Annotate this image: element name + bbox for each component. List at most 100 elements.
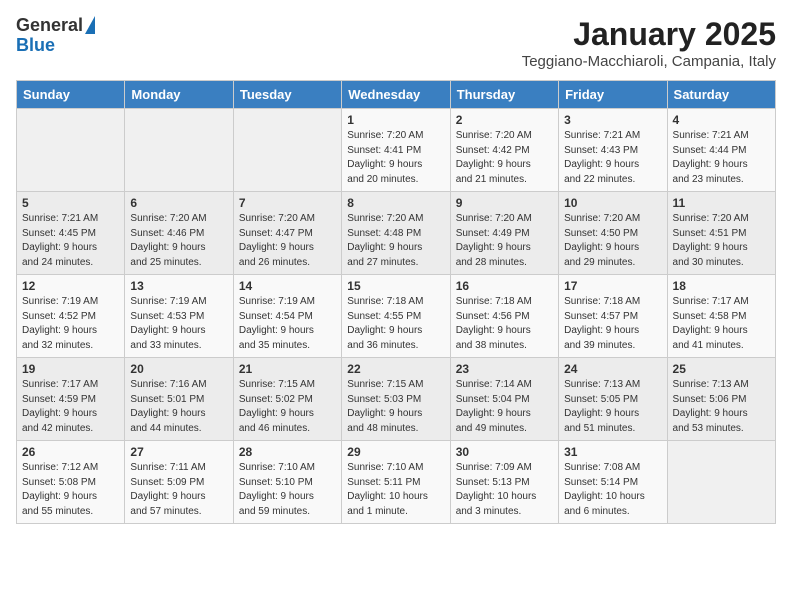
day-number: 12 [22, 279, 119, 293]
day-info: Sunrise: 7:20 AM Sunset: 4:49 PM Dayligh… [456, 212, 553, 270]
day-info: Sunrise: 7:18 AM Sunset: 4:55 PM Dayligh… [347, 295, 444, 353]
day-number: 23 [456, 362, 553, 376]
day-info: Sunrise: 7:16 AM Sunset: 5:01 PM Dayligh… [130, 378, 227, 436]
day-info: Sunrise: 7:19 AM Sunset: 4:54 PM Dayligh… [239, 295, 336, 353]
day-info: Sunrise: 7:20 AM Sunset: 4:46 PM Dayligh… [130, 212, 227, 270]
day-info: Sunrise: 7:21 AM Sunset: 4:43 PM Dayligh… [564, 129, 661, 187]
day-number: 11 [673, 196, 770, 210]
day-cell: 19 Sunrise: 7:17 AM Sunset: 4:59 PM Dayli… [17, 358, 125, 441]
weekday-header-sunday: Sunday [17, 81, 125, 109]
day-cell: 13Sunrise: 7:19 AM Sunset: 4:53 PM Dayli… [125, 275, 233, 358]
day-info: Sunrise: 7:08 AM Sunset: 5:14 PM Dayligh… [564, 461, 661, 519]
day-cell: 30 Sunrise: 7:09 AM Sunset: 5:13 PM Dayli… [450, 441, 558, 524]
day-cell: 17Sunrise: 7:18 AM Sunset: 4:57 PM Dayli… [559, 275, 667, 358]
day-number: 19 [22, 362, 119, 376]
week-row-3: 12 Sunrise: 7:19 AM Sunset: 4:52 PM Dayli… [17, 275, 776, 358]
day-info: Sunrise: 7:12 AM Sunset: 5:08 PM Dayligh… [22, 461, 119, 519]
day-info: Sunrise: 7:20 AM Sunset: 4:41 PM Dayligh… [347, 129, 444, 187]
day-cell: 18 Sunrise: 7:17 AM Sunset: 4:58 PM Dayli… [667, 275, 775, 358]
weekday-header-wednesday: Wednesday [342, 81, 450, 109]
day-info: Sunrise: 7:20 AM Sunset: 4:50 PM Dayligh… [564, 212, 661, 270]
day-info: Sunrise: 7:17 AM Sunset: 4:58 PM Dayligh… [673, 295, 770, 353]
day-number: 14 [239, 279, 336, 293]
day-cell: 12 Sunrise: 7:19 AM Sunset: 4:52 PM Dayli… [17, 275, 125, 358]
day-info: Sunrise: 7:15 AM Sunset: 5:02 PM Dayligh… [239, 378, 336, 436]
weekday-header-saturday: Saturday [667, 81, 775, 109]
logo-triangle-icon [85, 16, 95, 34]
day-number: 9 [456, 196, 553, 210]
day-cell: 9 Sunrise: 7:20 AM Sunset: 4:49 PM Daylig… [450, 192, 558, 275]
day-number: 15 [347, 279, 444, 293]
day-number: 29 [347, 445, 444, 459]
day-cell: 8 Sunrise: 7:20 AM Sunset: 4:48 PM Daylig… [342, 192, 450, 275]
day-number: 7 [239, 196, 336, 210]
location-subtitle: Teggiano-Macchiaroli, Campania, Italy [522, 53, 776, 70]
day-info: Sunrise: 7:14 AM Sunset: 5:04 PM Dayligh… [456, 378, 553, 436]
day-cell: 21 Sunrise: 7:15 AM Sunset: 5:02 PM Dayli… [233, 358, 341, 441]
title-block: January 2025 Teggiano-Macchiaroli, Campa… [522, 16, 776, 70]
day-info: Sunrise: 7:13 AM Sunset: 5:06 PM Dayligh… [673, 378, 770, 436]
day-number: 18 [673, 279, 770, 293]
day-number: 31 [564, 445, 661, 459]
day-number: 2 [456, 113, 553, 127]
day-cell: 2Sunrise: 7:20 AM Sunset: 4:42 PM Daylig… [450, 109, 558, 192]
day-cell: 1 Sunrise: 7:20 AM Sunset: 4:41 PM Daylig… [342, 109, 450, 192]
day-cell: 6 Sunrise: 7:20 AM Sunset: 4:46 PM Daylig… [125, 192, 233, 275]
weekday-header-tuesday: Tuesday [233, 81, 341, 109]
day-number: 4 [673, 113, 770, 127]
day-info: Sunrise: 7:09 AM Sunset: 5:13 PM Dayligh… [456, 461, 553, 519]
day-cell [125, 109, 233, 192]
weekday-header-thursday: Thursday [450, 81, 558, 109]
day-cell: 31 Sunrise: 7:08 AM Sunset: 5:14 PM Dayli… [559, 441, 667, 524]
day-number: 24 [564, 362, 661, 376]
day-info: Sunrise: 7:13 AM Sunset: 5:05 PM Dayligh… [564, 378, 661, 436]
day-cell: 28 Sunrise: 7:10 AM Sunset: 5:10 PM Dayli… [233, 441, 341, 524]
day-cell: 27 Sunrise: 7:11 AM Sunset: 5:09 PM Dayli… [125, 441, 233, 524]
day-cell [233, 109, 341, 192]
weekday-header-monday: Monday [125, 81, 233, 109]
logo: General Blue [16, 16, 95, 56]
day-number: 3 [564, 113, 661, 127]
day-cell: 29Sunrise: 7:10 AM Sunset: 5:11 PM Dayli… [342, 441, 450, 524]
logo-blue-text: Blue [16, 36, 55, 56]
day-number: 13 [130, 279, 227, 293]
day-info: Sunrise: 7:19 AM Sunset: 4:52 PM Dayligh… [22, 295, 119, 353]
day-cell: 25Sunrise: 7:13 AM Sunset: 5:06 PM Dayli… [667, 358, 775, 441]
day-cell: 22 Sunrise: 7:15 AM Sunset: 5:03 PM Dayli… [342, 358, 450, 441]
day-info: Sunrise: 7:15 AM Sunset: 5:03 PM Dayligh… [347, 378, 444, 436]
day-cell [667, 441, 775, 524]
week-row-4: 19 Sunrise: 7:17 AM Sunset: 4:59 PM Dayli… [17, 358, 776, 441]
day-cell: 15 Sunrise: 7:18 AM Sunset: 4:55 PM Dayli… [342, 275, 450, 358]
day-info: Sunrise: 7:11 AM Sunset: 5:09 PM Dayligh… [130, 461, 227, 519]
weekday-header-friday: Friday [559, 81, 667, 109]
day-cell: 14 Sunrise: 7:19 AM Sunset: 4:54 PM Dayli… [233, 275, 341, 358]
day-info: Sunrise: 7:20 AM Sunset: 4:51 PM Dayligh… [673, 212, 770, 270]
day-number: 1 [347, 113, 444, 127]
day-info: Sunrise: 7:18 AM Sunset: 4:56 PM Dayligh… [456, 295, 553, 353]
day-number: 20 [130, 362, 227, 376]
day-cell: 11 Sunrise: 7:20 AM Sunset: 4:51 PM Dayli… [667, 192, 775, 275]
day-number: 27 [130, 445, 227, 459]
page-header: General Blue January 2025 Teggiano-Macch… [16, 16, 776, 70]
month-title: January 2025 [522, 16, 776, 53]
day-info: Sunrise: 7:17 AM Sunset: 4:59 PM Dayligh… [22, 378, 119, 436]
day-cell: 5Sunrise: 7:21 AM Sunset: 4:45 PM Daylig… [17, 192, 125, 275]
day-cell: 26 Sunrise: 7:12 AM Sunset: 5:08 PM Dayli… [17, 441, 125, 524]
day-number: 5 [22, 196, 119, 210]
week-row-2: 5Sunrise: 7:21 AM Sunset: 4:45 PM Daylig… [17, 192, 776, 275]
day-cell: 10 Sunrise: 7:20 AM Sunset: 4:50 PM Dayli… [559, 192, 667, 275]
day-number: 17 [564, 279, 661, 293]
day-number: 22 [347, 362, 444, 376]
day-info: Sunrise: 7:20 AM Sunset: 4:47 PM Dayligh… [239, 212, 336, 270]
day-info: Sunrise: 7:21 AM Sunset: 4:44 PM Dayligh… [673, 129, 770, 187]
day-number: 10 [564, 196, 661, 210]
day-number: 26 [22, 445, 119, 459]
day-number: 6 [130, 196, 227, 210]
day-number: 21 [239, 362, 336, 376]
day-info: Sunrise: 7:20 AM Sunset: 4:48 PM Dayligh… [347, 212, 444, 270]
day-cell: 4 Sunrise: 7:21 AM Sunset: 4:44 PM Daylig… [667, 109, 775, 192]
day-number: 28 [239, 445, 336, 459]
day-number: 8 [347, 196, 444, 210]
day-number: 30 [456, 445, 553, 459]
day-info: Sunrise: 7:10 AM Sunset: 5:10 PM Dayligh… [239, 461, 336, 519]
